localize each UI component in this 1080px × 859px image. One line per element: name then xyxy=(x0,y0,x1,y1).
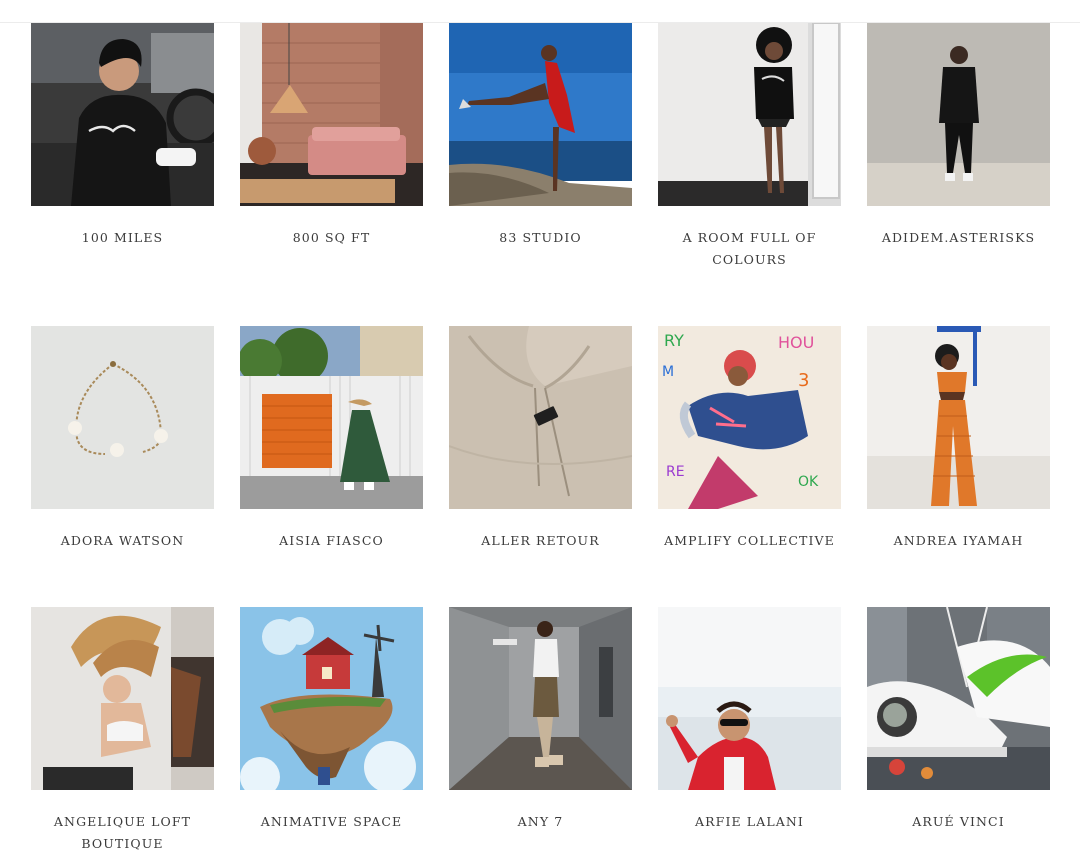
vendor-name: ARFIE LALANI xyxy=(695,814,804,829)
vendor-card-a-room-full-of-colours[interactable]: A ROOM FULL OF COLOURS xyxy=(658,23,841,326)
vendor-photo-woman-in-car xyxy=(31,23,214,206)
vendor-name: A ROOM FULL OF COLOURS xyxy=(682,230,817,267)
vendor-photo-colorful-mural: RY HOU M 3 RE OK xyxy=(658,326,841,509)
vendor-card-adora-watson[interactable]: ADORA WATSON xyxy=(31,326,214,607)
vendor-photo-beige-hoodie xyxy=(449,326,632,509)
svg-text:M: M xyxy=(662,364,674,380)
vendor-card-animative-space[interactable]: ANIMATIVE SPACE xyxy=(240,607,423,859)
vendor-grid: 100 MILES 800 SQ FT 83 STUDIO A ROOM FUL… xyxy=(31,23,1050,859)
vendor-card-aller-retour[interactable]: ALLER RETOUR xyxy=(449,326,632,607)
vendor-card-andrea-iyamah[interactable]: ANDREA IYAMAH xyxy=(867,326,1050,607)
svg-text:OK: OK xyxy=(798,474,819,490)
vendor-card-amplify-collective[interactable]: RY HOU M 3 RE OK AMPLIFY COLLECTIVE xyxy=(658,326,841,607)
vendor-card-arue-vinci[interactable]: ARUÉ VINCI xyxy=(867,607,1050,859)
svg-text:3: 3 xyxy=(798,370,809,391)
vendor-name: ANGELIQUE LOFT BOUTIQUE xyxy=(53,814,192,851)
svg-text:RY: RY xyxy=(664,331,684,350)
vendor-name: ANY 7 xyxy=(517,814,564,829)
vendor-name: AISIA FIASCO xyxy=(279,533,384,548)
vendor-name: 83 STUDIO xyxy=(499,230,582,245)
vendor-photo-man-in-hallway xyxy=(449,607,632,790)
page-header-edge xyxy=(0,0,1080,23)
vendor-name: ALLER RETOUR xyxy=(481,533,600,548)
vendor-photo-man-red-hoodie-beach xyxy=(658,607,841,790)
vendor-photo-pearl-bracelet xyxy=(31,326,214,509)
vendor-name: ARUÉ VINCI xyxy=(912,814,1005,829)
vendor-name: ANDREA IYAMAH xyxy=(893,533,1024,548)
vendor-card-83-studio[interactable]: 83 STUDIO xyxy=(449,23,632,326)
vendor-photo-woman-white-room xyxy=(658,23,841,206)
vendor-photo-custom-sneakers xyxy=(867,607,1050,790)
vendor-card-any-7[interactable]: ANY 7 xyxy=(449,607,632,859)
svg-text:RE: RE xyxy=(666,464,685,480)
vendor-card-angelique-loft-boutique[interactable]: ANGELIQUE LOFT BOUTIQUE xyxy=(31,607,214,859)
vendor-card-adidem-asterisks[interactable]: ADIDEM.ASTERISKS xyxy=(867,23,1050,326)
vendor-photo-woman-red-dress-sea xyxy=(449,23,632,206)
vendor-card-arfie-lalani[interactable]: ARFIE LALANI xyxy=(658,607,841,859)
vendor-photo-woman-orange-outfit xyxy=(867,326,1050,509)
vendor-photo-floating-island xyxy=(240,607,423,790)
vendor-photo-orange-container xyxy=(240,326,423,509)
svg-text:HOU: HOU xyxy=(778,333,814,352)
vendor-name: 800 SQ FT xyxy=(292,230,371,245)
vendor-photo-man-black-outfit xyxy=(867,23,1050,206)
vendor-card-800-sq-ft[interactable]: 800 SQ FT xyxy=(240,23,423,326)
vendor-name: ADIDEM.ASTERISKS xyxy=(881,230,1036,245)
vendor-card-aisia-fiasco[interactable]: AISIA FIASCO xyxy=(240,326,423,607)
vendor-name: 100 MILES xyxy=(81,230,164,245)
vendor-name: ADORA WATSON xyxy=(60,533,185,548)
vendor-card-100-miles[interactable]: 100 MILES xyxy=(31,23,214,326)
vendor-name: ANIMATIVE SPACE xyxy=(260,814,403,829)
vendor-name: AMPLIFY COLLECTIVE xyxy=(664,533,835,548)
vendor-photo-interior-brick-room xyxy=(240,23,423,206)
vendor-photo-woman-tossing-hair xyxy=(31,607,214,790)
